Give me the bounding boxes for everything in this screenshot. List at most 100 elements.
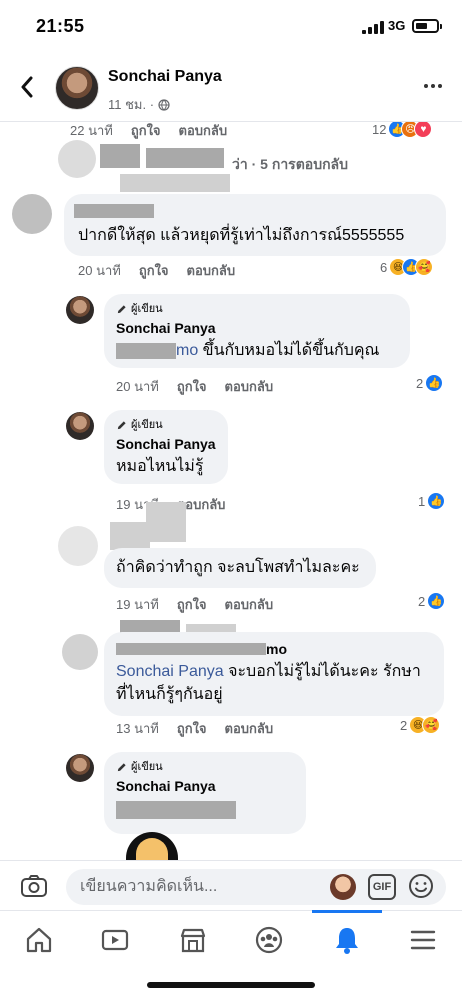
- author-badge: ผู้เขียน: [116, 760, 294, 774]
- blurred-region: [110, 522, 150, 550]
- reply-text: mo ขึ้นกับหมอไม่ได้ขึ้นกับคุณ: [116, 339, 398, 362]
- comment-text-line2: ที่ไหนก็รู้ๆกันอยู่: [116, 686, 223, 703]
- commenter-avatar[interactable]: [62, 634, 98, 670]
- gif-icon[interactable]: GIF: [368, 874, 396, 900]
- blurred-region: [146, 502, 186, 542]
- reply-author-name[interactable]: Sonchai Panya: [116, 435, 216, 453]
- comments-feed: 22 นาที ถูกใจ ตอบกลับ 12 👍 😠 ♥ ว่า · 5 ก…: [0, 122, 462, 860]
- globe-icon: [158, 98, 170, 111]
- author-reply-avatar[interactable]: [66, 296, 94, 324]
- love-reaction-icon: ♥: [414, 122, 433, 138]
- reply-link[interactable]: ตอบกลับ: [225, 594, 274, 615]
- author-reply-avatar[interactable]: [66, 754, 94, 782]
- network-label: 3G: [388, 18, 406, 33]
- status-bar: 21:55 3G: [0, 0, 462, 52]
- pencil-icon: [117, 762, 126, 771]
- like-link[interactable]: ถูกใจ: [131, 122, 161, 141]
- blurred-region: [120, 174, 230, 192]
- author-avatar[interactable]: [55, 66, 99, 110]
- comment-text: Sonchai Panya จะบอกไม่รู้ไม่ได้นะคะ รักษ…: [116, 663, 421, 680]
- reply-bubble: ผู้เขียน Sonchai Panya mo ขึ้นกับหมอไม่ไ…: [104, 294, 410, 368]
- like-link[interactable]: ถูกใจ: [177, 718, 207, 739]
- comment-bubble: ถ้าคิดว่าทำถูก จะลบโพสทำไมละคะ: [104, 548, 376, 588]
- care-reaction-icon: 🥰: [415, 258, 434, 276]
- marketplace-icon: [180, 928, 206, 953]
- reply-bubble: ผู้เขียน Sonchai Panya หมอไหนไม่รู้: [104, 410, 228, 484]
- reply-meta: 20 นาที ถูกใจ ตอบกลับ: [116, 376, 273, 397]
- back-arrow-icon[interactable]: [14, 72, 40, 102]
- tab-marketplace[interactable]: [168, 917, 218, 963]
- video-icon: [101, 929, 129, 951]
- groups-icon: [255, 926, 283, 954]
- comment-meta: 13 นาที ถูกใจ ตอบกลับ: [116, 718, 273, 739]
- blurred-name: [74, 204, 154, 218]
- reactions[interactable]: 2 😆 🥰: [400, 716, 441, 734]
- reply-text: หมอไหนไม่รู้: [116, 458, 204, 475]
- commenter-avatar[interactable]: [12, 194, 52, 234]
- battery-icon: [412, 19, 442, 33]
- pencil-icon: [117, 304, 126, 313]
- avatar-sticker-icon[interactable]: [330, 874, 356, 900]
- blurred-region: [100, 144, 140, 168]
- reactions[interactable]: 6 😆 👍 🥰: [380, 258, 434, 276]
- reply-author-name[interactable]: Sonchai Panya: [116, 777, 294, 795]
- pencil-icon: [117, 420, 126, 429]
- reactions-top[interactable]: 12 👍 😠 ♥: [372, 122, 433, 138]
- author-badge: ผู้เขียน: [116, 302, 398, 316]
- more-options-icon[interactable]: [424, 84, 442, 88]
- blurred-name: [116, 643, 266, 655]
- home-indicator: [147, 982, 315, 988]
- like-reaction-icon: 👍: [425, 374, 444, 392]
- signal-icon: [362, 21, 384, 34]
- tab-watch[interactable]: [90, 917, 140, 963]
- like-link[interactable]: ถูกใจ: [139, 260, 169, 281]
- comment-text: ถ้าคิดว่าทำถูก จะลบโพสทำไมละคะ: [116, 559, 360, 576]
- like-reaction-icon: 👍: [427, 592, 446, 610]
- reactions[interactable]: 2 👍: [416, 374, 444, 392]
- like-link[interactable]: ถูกใจ: [177, 376, 207, 397]
- bell-icon: [336, 928, 358, 954]
- author-badge: ผู้เขียน: [116, 418, 216, 432]
- home-icon: [26, 927, 52, 953]
- post-time: 11 ชม. ·: [108, 97, 155, 112]
- menu-icon: [410, 930, 436, 950]
- mention-link[interactable]: Sonchai Panya: [116, 663, 224, 680]
- reply-link[interactable]: ตอบกลับ: [179, 122, 228, 141]
- bottom-tab-bar: [0, 910, 462, 968]
- reactions[interactable]: 2 👍: [418, 592, 446, 610]
- author-name[interactable]: Sonchai Panya: [108, 68, 222, 86]
- post-meta: 11 ชม. ·: [108, 94, 170, 115]
- blurred-mention: [116, 342, 176, 359]
- comment-composer: GIF: [0, 860, 462, 910]
- reply-link[interactable]: ตอบกลับ: [225, 718, 274, 739]
- comment-bubble: ปากดีให้สุด แล้วหยุดที่รู้เท่าไม่ถึงการณ…: [64, 194, 446, 256]
- reply-link[interactable]: ตอบกลับ: [225, 376, 274, 397]
- status-time: 21:55: [36, 16, 85, 36]
- view-replies-link[interactable]: ว่า · 5 การตอบกลับ: [232, 154, 348, 176]
- post-header: Sonchai Panya 11 ชม. ·: [0, 52, 462, 122]
- commenter-avatar[interactable]: [58, 526, 98, 566]
- comment-bubble: mo Sonchai Panya จะบอกไม่รู้ไม่ได้นะคะ ร…: [104, 632, 444, 716]
- commenter-name[interactable]: mo: [116, 640, 432, 658]
- tab-notifications[interactable]: [312, 910, 382, 963]
- emoji-sticker: [126, 832, 178, 860]
- comment-meta: 19 นาที ถูกใจ ตอบกลับ: [116, 594, 273, 615]
- author-reply-avatar[interactable]: [66, 412, 94, 440]
- reactions[interactable]: 1 👍: [418, 492, 446, 510]
- tab-menu[interactable]: [398, 917, 448, 963]
- blurred-region: [116, 801, 236, 819]
- comment-text: ปากดีให้สุด แล้วหยุดที่รู้เท่าไม่ถึงการณ…: [78, 227, 405, 244]
- like-reaction-icon: 👍: [427, 492, 446, 510]
- blurred-region: [146, 148, 224, 168]
- emoji-icon[interactable]: [408, 873, 434, 899]
- reply-link[interactable]: ตอบกลับ: [187, 260, 236, 281]
- like-link[interactable]: ถูกใจ: [177, 594, 207, 615]
- care-reaction-icon: 🥰: [422, 716, 441, 734]
- reply-author-name[interactable]: Sonchai Panya: [116, 319, 398, 337]
- tab-groups[interactable]: [244, 917, 294, 963]
- blurred-avatar[interactable]: [58, 140, 96, 178]
- camera-icon[interactable]: [20, 873, 48, 899]
- comment-meta: 20 นาที ถูกใจ ตอบกลับ: [78, 260, 235, 281]
- tab-home[interactable]: [14, 917, 64, 963]
- reply-bubble: ผู้เขียน Sonchai Panya: [104, 752, 306, 834]
